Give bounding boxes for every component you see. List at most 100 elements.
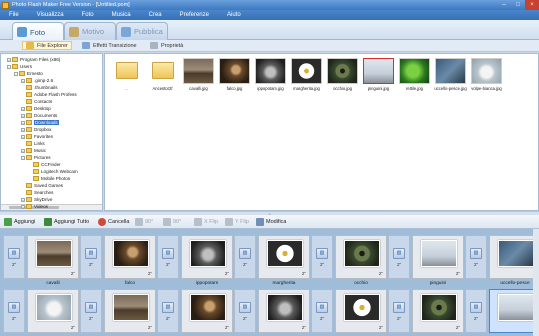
tab-foto[interactable]: Foto xyxy=(12,22,64,41)
tree-item[interactable]: + Desktop xyxy=(21,105,51,112)
minimize-icon[interactable]: – xyxy=(497,0,511,10)
image-file-item[interactable]: uccello-pesce.jpg xyxy=(434,58,467,98)
y-flip-button[interactable]: Y Flip xyxy=(225,218,249,226)
transition-effects-tab[interactable]: Effetti Transizione xyxy=(82,42,137,49)
menu-musica[interactable]: Musica xyxy=(103,12,140,18)
image-file-item[interactable]: margherita.jpg xyxy=(290,58,323,98)
menu-crea[interactable]: Crea xyxy=(140,12,171,18)
folder-item[interactable]: .. xyxy=(110,58,143,98)
slide-item[interactable]: 2" xyxy=(181,235,233,279)
tree-item[interactable]: CCFinder xyxy=(28,161,61,168)
maximize-icon[interactable]: □ xyxy=(511,0,525,10)
rotate-left-button[interactable]: 90° xyxy=(135,218,153,226)
x-flip-button[interactable]: X Flip xyxy=(194,218,218,226)
slide-item[interactable]: 2" xyxy=(27,289,79,333)
menu-foto[interactable]: Foto xyxy=(73,12,103,18)
slide-item[interactable]: 2" xyxy=(489,289,539,333)
transition-slot[interactable]: ▧ 2" xyxy=(234,235,256,279)
menu-visualizza[interactable]: Visualizza xyxy=(28,12,73,18)
transition-slot[interactable]: ▧ 2" xyxy=(80,235,102,279)
tree-item[interactable]: Contacts xyxy=(21,98,52,105)
slide-item[interactable]: 2" xyxy=(258,235,310,279)
menu-file[interactable]: File xyxy=(0,12,28,18)
slide-item[interactable]: 2" xyxy=(335,235,387,279)
transition-slot[interactable]: ▧ 2" xyxy=(311,235,333,279)
file-explorer-tab[interactable]: File Explorer xyxy=(22,41,72,50)
expand-icon[interactable]: + xyxy=(21,106,25,111)
slide-item[interactable]: 2" xyxy=(181,289,233,333)
rotate-right-button[interactable]: 90° xyxy=(163,218,181,226)
tree-item[interactable]: Searches xyxy=(21,189,53,196)
expand-icon[interactable]: + xyxy=(21,204,25,209)
image-file-item[interactable]: pinguini.jpg xyxy=(362,58,395,98)
image-file-item[interactable]: occhio.jpg xyxy=(326,58,359,98)
tree-item[interactable]: + Dropbox xyxy=(21,126,51,133)
tree-item[interactable]: Links xyxy=(21,140,45,147)
slide-item[interactable]: 2" xyxy=(258,289,310,333)
expand-icon[interactable]: + xyxy=(7,57,11,62)
transition-slot[interactable]: ▧ 2" xyxy=(80,289,102,333)
add-button[interactable]: Aggiungi xyxy=(4,218,35,226)
slide-item[interactable]: 2" xyxy=(412,289,464,333)
collapse-icon[interactable]: - xyxy=(21,155,25,160)
tree-item[interactable]: + Documents xyxy=(21,112,57,119)
expand-icon[interactable]: + xyxy=(21,134,25,139)
transition-slot[interactable]: ▧ 2" xyxy=(234,289,256,333)
tree-item[interactable]: - Pictures xyxy=(21,154,51,161)
close-icon[interactable]: × xyxy=(525,0,539,10)
image-file-item[interactable]: ippopotam.jpg xyxy=(254,58,287,98)
properties-tab[interactable]: Proprietà xyxy=(150,42,183,49)
folder-item[interactable]: Ancestor2f xyxy=(146,58,179,98)
expand-icon[interactable]: + xyxy=(21,113,25,118)
tree-item[interactable]: Saved Games xyxy=(21,182,63,189)
image-file-item[interactable]: rettile.jpg xyxy=(398,58,431,98)
image-file-item[interactable]: cavalli.jpg xyxy=(182,58,215,98)
transition-slot[interactable]: ▧ 2" xyxy=(3,289,25,333)
add-all-button[interactable]: Aggiungi Tutto xyxy=(44,218,89,226)
expand-icon[interactable]: + xyxy=(21,78,25,83)
collapse-icon[interactable]: - xyxy=(7,64,11,69)
image-file-item[interactable]: volpe-bianca.jpg xyxy=(470,58,503,98)
tree-item[interactable]: Mobile Photos xyxy=(28,175,70,182)
tree-item[interactable]: + Program Files (x86) xyxy=(7,56,60,63)
tree-item[interactable]: + Favorites xyxy=(21,133,53,140)
menu-aiuto[interactable]: Aiuto xyxy=(218,12,250,18)
tree-item[interactable]: + Videos xyxy=(21,203,48,210)
slide-item[interactable]: 2" xyxy=(489,235,539,279)
transition-slot[interactable]: ▧ 2" xyxy=(157,289,179,333)
tree-item[interactable]: - Users xyxy=(7,63,32,70)
tab-pubblica[interactable]: Pubblica xyxy=(116,22,168,40)
slide-item[interactable]: 2" xyxy=(104,235,156,279)
tree-item[interactable]: Adobe Flash Profess xyxy=(21,91,77,98)
transition-slot[interactable]: ▧ 2" xyxy=(157,235,179,279)
tree-item[interactable]: + Music xyxy=(21,147,46,154)
delete-button[interactable]: Cancella xyxy=(98,218,129,226)
slide-item[interactable]: 2" xyxy=(335,289,387,333)
expand-icon[interactable]: + xyxy=(21,197,25,202)
tab-motivo[interactable]: Motivo xyxy=(64,22,116,40)
image-file-item[interactable]: falco.jpg xyxy=(218,58,251,98)
expand-icon[interactable]: + xyxy=(21,127,25,132)
transition-slot[interactable]: ▧ 2" xyxy=(388,235,410,279)
edit-button[interactable]: Modifica xyxy=(256,218,286,226)
tree-item[interactable]: + SkyDrive xyxy=(21,196,52,203)
timeline-scrollbar[interactable] xyxy=(533,229,539,336)
menu-preferenze[interactable]: Preferenze xyxy=(171,12,218,18)
transition-slot[interactable]: ▧ 2" xyxy=(465,235,487,279)
slide-item[interactable]: 2" xyxy=(27,235,79,279)
transition-slot[interactable]: ▧ 2" xyxy=(311,289,333,333)
transition-slot[interactable]: ▧ 2" xyxy=(465,289,487,333)
tree-item[interactable]: Logitech Webcam xyxy=(28,168,78,175)
collapse-icon[interactable]: - xyxy=(14,71,18,76)
slide-item[interactable]: 2" xyxy=(412,235,464,279)
transition-slot[interactable]: ▧ 2" xyxy=(388,289,410,333)
folder-tree[interactable]: + Program Files (x86) - Users - Ernesto + .gimp… xyxy=(0,53,103,211)
tree-item[interactable]: + Downloads xyxy=(21,119,59,126)
tree-horizontal-scrollbar[interactable] xyxy=(1,204,102,210)
tree-item[interactable]: - Ernesto xyxy=(14,70,43,77)
transition-slot[interactable]: ▧ 2" xyxy=(3,235,25,279)
expand-icon[interactable]: + xyxy=(21,120,25,125)
tree-item[interactable]: + .gimp-2.6 xyxy=(21,77,53,84)
expand-icon[interactable]: + xyxy=(21,148,25,153)
tree-item[interactable]: .thumbnails xyxy=(21,84,58,91)
